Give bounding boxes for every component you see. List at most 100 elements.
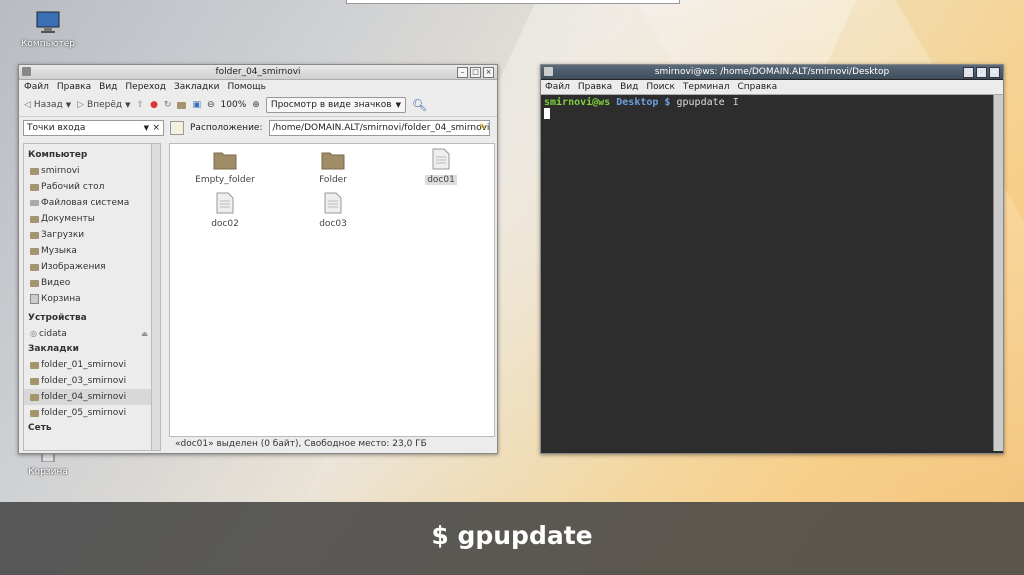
sidebar-item-label: Файловая система (41, 198, 130, 208)
chevron-down-icon: ▼ (65, 101, 72, 109)
up-button[interactable]: ⇧ (137, 100, 145, 110)
window-menu-icon[interactable] (544, 67, 553, 76)
places-select[interactable]: Точки входа ▼ × (23, 120, 164, 136)
top-panel-edge (346, 0, 680, 4)
folder-icon (30, 393, 39, 401)
file-item-doc02[interactable]: doc02 (190, 192, 260, 229)
back-button[interactable]: ◁ Назад ▼ (24, 100, 71, 110)
view-mode-select[interactable]: Просмотр в виде значков ▼ (265, 97, 406, 113)
file-item-empty-folder[interactable]: Empty_folder (190, 150, 260, 185)
home-button[interactable] (177, 101, 187, 109)
terminal-window: smirnovi@ws: /home/DOMAIN.ALT/smirnovi/D… (540, 64, 1004, 454)
menu-file[interactable]: Файл (545, 82, 570, 92)
folder-icon (30, 409, 39, 417)
reload-button[interactable]: ↻ (164, 100, 172, 110)
sidebar-item-videos[interactable]: Видео (24, 275, 160, 291)
sidebar-bookmark-folder-05[interactable]: folder_05_smirnovi (24, 405, 160, 421)
sidebar-item-label: Видео (41, 278, 71, 288)
computer-button[interactable]: ▣ (192, 100, 201, 110)
menu-view[interactable]: Вид (99, 82, 117, 92)
menu-help[interactable]: Справка (737, 82, 777, 92)
minimize-button[interactable]: – (457, 67, 468, 78)
folder-icon (30, 247, 39, 255)
sidebar-item-label: Документы (41, 214, 95, 224)
desktop-folder-icon (30, 183, 39, 191)
sidebar-bookmark-folder-04[interactable]: folder_04_smirnovi (24, 389, 160, 405)
desktop-icon-label: Компьютер (21, 39, 75, 49)
menu-terminal[interactable]: Терминал (683, 82, 730, 92)
terminal-scrollbar[interactable] (993, 95, 1003, 451)
menubar: Файл Правка Вид Переход Закладки Помощь (19, 80, 497, 94)
sidebar-item-label: smirnovi (41, 166, 80, 176)
sidebar-item-cidata[interactable]: ◎ cidata ⏏ (24, 326, 160, 342)
back-label: Назад (33, 100, 63, 110)
zoom-out-button[interactable]: ⊖ (207, 100, 215, 110)
maximize-button[interactable]: □ (470, 67, 481, 78)
terminal-titlebar[interactable]: smirnovi@ws: /home/DOMAIN.ALT/smirnovi/D… (541, 65, 1003, 80)
menu-bookmarks[interactable]: Закладки (174, 82, 220, 92)
zoom-in-button[interactable]: ⊕ (252, 100, 260, 110)
folder-icon (30, 279, 39, 287)
sidebar-item-home[interactable]: smirnovi (24, 163, 160, 179)
stop-button[interactable]: ● (150, 100, 158, 110)
places-select-value: Точки входа (27, 123, 86, 133)
disc-icon: ◎ (30, 329, 37, 338)
window-title: folder_04_smirnovi (215, 67, 301, 77)
sidebar-item-label: Рабочий стол (41, 182, 105, 192)
status-bar: «doc01» выделен (0 байт), Свободное мест… (175, 439, 427, 449)
menu-edit[interactable]: Правка (578, 82, 612, 92)
sidebar-item-pictures[interactable]: Изображения (24, 259, 160, 275)
zoom-level: 100% (220, 100, 247, 110)
sidebar-item-label: Музыка (41, 246, 77, 256)
close-button[interactable]: × (989, 67, 1000, 78)
reload-icon: ↻ (163, 100, 172, 110)
location-label: Расположение: (190, 123, 263, 133)
home-folder-icon (30, 167, 39, 175)
arrow-right-icon: ▷ (77, 100, 85, 110)
menu-view[interactable]: Вид (620, 82, 638, 92)
sidebar-item-desktop[interactable]: Рабочий стол (24, 179, 160, 195)
menu-go[interactable]: Переход (125, 82, 166, 92)
folder-icon (321, 152, 345, 170)
sidebar-bookmark-folder-03[interactable]: folder_03_smirnovi (24, 373, 160, 389)
file-manager-titlebar[interactable]: folder_04_smirnovi – □ × (19, 65, 497, 80)
edit-location-button[interactable] (170, 121, 184, 135)
video-caption: $ gpupdate (0, 502, 1024, 575)
window-menu-icon[interactable] (22, 67, 31, 76)
desktop-icon-computer[interactable]: Компьютер (20, 10, 76, 49)
search-icon: 🔍︎ (411, 98, 428, 112)
terminal-output[interactable]: smirnovi@ws Desktop $ gpupdate I (541, 95, 993, 451)
menu-file[interactable]: Файл (24, 82, 49, 92)
sidebar-item-filesystem[interactable]: Файловая система (24, 195, 160, 211)
sidebar-item-documents[interactable]: Документы (24, 211, 160, 227)
command-text: gpupdate (676, 97, 725, 108)
menu-help[interactable]: Помощь (228, 82, 266, 92)
menu-edit[interactable]: Правка (57, 82, 91, 92)
sidebar-scrollbar[interactable] (151, 144, 160, 450)
maximize-button[interactable]: □ (976, 67, 987, 78)
file-item-folder[interactable]: Folder (298, 150, 368, 185)
folder-icon (30, 361, 39, 369)
computer-icon: ▣ (192, 100, 201, 110)
minimize-button[interactable]: – (963, 67, 974, 78)
sidebar-heading-network: Сеть (28, 423, 52, 433)
sidebar-item-downloads[interactable]: Загрузки (24, 227, 160, 243)
location-input[interactable]: /home/DOMAIN.ALT/smirnovi/folder_04_smir… (268, 120, 490, 136)
document-icon (432, 148, 450, 170)
sidebar-bookmark-folder-01[interactable]: folder_01_smirnovi (24, 357, 160, 373)
sidebar-item-label: folder_05_smirnovi (41, 408, 127, 418)
eject-icon[interactable]: ⏏ (141, 326, 148, 342)
search-button[interactable]: 🔍︎ (412, 98, 427, 112)
close-button[interactable]: × (483, 67, 494, 78)
sidebar-item-label: folder_01_smirnovi (41, 360, 127, 370)
menu-search[interactable]: Поиск (646, 82, 675, 92)
file-item-doc01[interactable]: doc01 (406, 148, 476, 185)
forward-button[interactable]: ▷ Вперёд ▼ (77, 100, 130, 110)
close-sidebar-icon[interactable]: × (152, 121, 160, 135)
clear-icon[interactable]: ✎ (479, 121, 487, 135)
file-name: doc02 (211, 219, 239, 229)
file-item-doc03[interactable]: doc03 (298, 192, 368, 229)
sidebar-item-music[interactable]: Музыка (24, 243, 160, 259)
sidebar-item-trash[interactable]: Корзина (24, 291, 160, 307)
folder-icon (30, 263, 39, 271)
